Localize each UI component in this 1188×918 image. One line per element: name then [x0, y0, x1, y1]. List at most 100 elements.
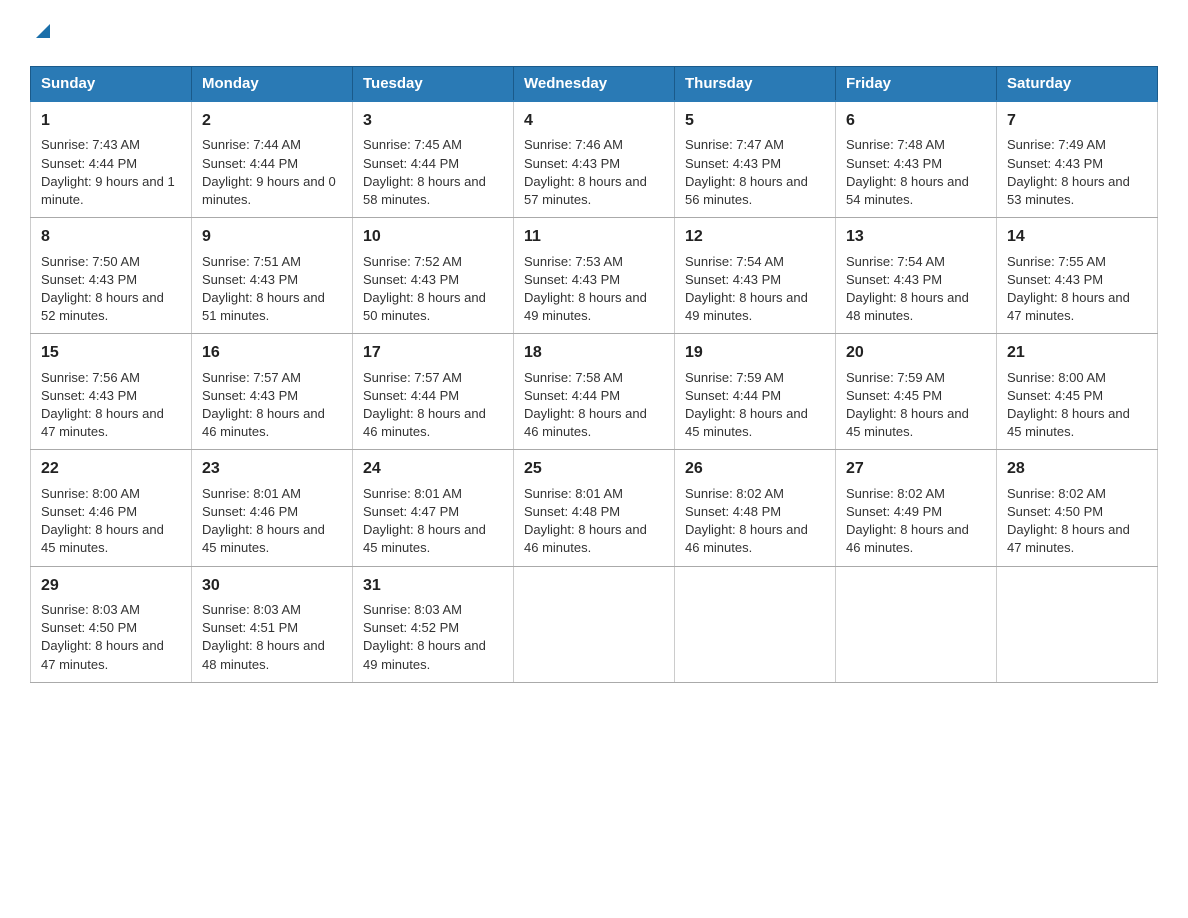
calendar-cell: 13Sunrise: 7:54 AMSunset: 4:43 PMDayligh…	[836, 218, 997, 334]
day-info: Sunrise: 8:03 AMSunset: 4:51 PMDaylight:…	[202, 602, 325, 672]
header-sunday: Sunday	[31, 67, 192, 102]
day-info: Sunrise: 8:01 AMSunset: 4:46 PMDaylight:…	[202, 486, 325, 556]
day-info: Sunrise: 7:47 AMSunset: 4:43 PMDaylight:…	[685, 137, 808, 207]
week-row-4: 22Sunrise: 8:00 AMSunset: 4:46 PMDayligh…	[31, 450, 1158, 566]
calendar-cell: 20Sunrise: 7:59 AMSunset: 4:45 PMDayligh…	[836, 334, 997, 450]
day-number: 30	[202, 575, 342, 597]
day-info: Sunrise: 7:50 AMSunset: 4:43 PMDaylight:…	[41, 254, 164, 324]
day-number: 6	[846, 110, 986, 132]
day-info: Sunrise: 7:44 AMSunset: 4:44 PMDaylight:…	[202, 137, 336, 207]
day-number: 27	[846, 458, 986, 480]
day-number: 8	[41, 226, 181, 248]
calendar-cell: 7 Sunrise: 7:49 AMSunset: 4:43 PMDaylight…	[997, 101, 1158, 218]
calendar-cell: 30 Sunrise: 8:03 AMSunset: 4:51 PMDayligh…	[192, 566, 353, 682]
day-number: 10	[363, 226, 503, 248]
calendar-cell: 17 Sunrise: 7:57 AMSunset: 4:44 PMDayligh…	[353, 334, 514, 450]
day-number: 19	[685, 342, 825, 364]
logo-triangle-icon	[32, 20, 54, 42]
week-row-5: 29 Sunrise: 8:03 AMSunset: 4:50 PMDayligh…	[31, 566, 1158, 682]
day-number: 9	[202, 226, 342, 248]
day-info: Sunrise: 7:43 AMSunset: 4:44 PMDaylight:…	[41, 137, 175, 207]
day-number: 23	[202, 458, 342, 480]
calendar-cell: 27 Sunrise: 8:02 AMSunset: 4:49 PMDayligh…	[836, 450, 997, 566]
day-number: 28	[1007, 458, 1147, 480]
day-info: Sunrise: 8:00 AMSunset: 4:46 PMDaylight:…	[41, 486, 164, 556]
week-row-2: 8 Sunrise: 7:50 AMSunset: 4:43 PMDaylight…	[31, 218, 1158, 334]
day-info: Sunrise: 8:02 AMSunset: 4:48 PMDaylight:…	[685, 486, 808, 556]
calendar-cell: 1 Sunrise: 7:43 AMSunset: 4:44 PMDaylight…	[31, 101, 192, 218]
day-info: Sunrise: 7:56 AMSunset: 4:43 PMDaylight:…	[41, 370, 164, 440]
calendar-cell: 26 Sunrise: 8:02 AMSunset: 4:48 PMDayligh…	[675, 450, 836, 566]
day-number: 24	[363, 458, 503, 480]
day-number: 12	[685, 226, 825, 248]
day-info: Sunrise: 8:03 AMSunset: 4:52 PMDaylight:…	[363, 602, 486, 672]
calendar-cell: 28 Sunrise: 8:02 AMSunset: 4:50 PMDayligh…	[997, 450, 1158, 566]
calendar-cell: 31 Sunrise: 8:03 AMSunset: 4:52 PMDayligh…	[353, 566, 514, 682]
day-info: Sunrise: 7:46 AMSunset: 4:43 PMDaylight:…	[524, 137, 647, 207]
day-info: Sunrise: 8:00 AMSunset: 4:45 PMDaylight:…	[1007, 370, 1130, 440]
calendar-cell: 15 Sunrise: 7:56 AMSunset: 4:43 PMDayligh…	[31, 334, 192, 450]
day-info: Sunrise: 7:55 AMSunset: 4:43 PMDaylight:…	[1007, 254, 1130, 324]
day-number: 4	[524, 110, 664, 132]
day-number: 26	[685, 458, 825, 480]
calendar-cell: 25 Sunrise: 8:01 AMSunset: 4:48 PMDayligh…	[514, 450, 675, 566]
day-number: 25	[524, 458, 664, 480]
day-info: Sunrise: 7:53 AMSunset: 4:43 PMDaylight:…	[524, 254, 647, 324]
calendar-cell: 11 Sunrise: 7:53 AMSunset: 4:43 PMDayligh…	[514, 218, 675, 334]
day-info: Sunrise: 7:59 AMSunset: 4:44 PMDaylight:…	[685, 370, 808, 440]
day-number: 16	[202, 342, 342, 364]
calendar-cell: 21 Sunrise: 8:00 AMSunset: 4:45 PMDayligh…	[997, 334, 1158, 450]
calendar-cell: 18 Sunrise: 7:58 AMSunset: 4:44 PMDayligh…	[514, 334, 675, 450]
day-number: 11	[524, 226, 664, 248]
day-number: 20	[846, 342, 986, 364]
week-row-1: 1 Sunrise: 7:43 AMSunset: 4:44 PMDaylight…	[31, 101, 1158, 218]
day-number: 17	[363, 342, 503, 364]
calendar-cell	[675, 566, 836, 682]
day-info: Sunrise: 7:57 AMSunset: 4:44 PMDaylight:…	[363, 370, 486, 440]
header	[30, 20, 1158, 46]
day-info: Sunrise: 7:49 AMSunset: 4:43 PMDaylight:…	[1007, 137, 1130, 207]
calendar-cell: 8 Sunrise: 7:50 AMSunset: 4:43 PMDaylight…	[31, 218, 192, 334]
day-number: 2	[202, 110, 342, 132]
calendar-cell: 5 Sunrise: 7:47 AMSunset: 4:43 PMDaylight…	[675, 101, 836, 218]
calendar-table: SundayMondayTuesdayWednesdayThursdayFrid…	[30, 66, 1158, 683]
day-info: Sunrise: 7:52 AMSunset: 4:43 PMDaylight:…	[363, 254, 486, 324]
calendar-cell: 16 Sunrise: 7:57 AMSunset: 4:43 PMDayligh…	[192, 334, 353, 450]
day-info: Sunrise: 7:51 AMSunset: 4:43 PMDaylight:…	[202, 254, 325, 324]
day-info: Sunrise: 8:01 AMSunset: 4:48 PMDaylight:…	[524, 486, 647, 556]
day-info: Sunrise: 8:02 AMSunset: 4:49 PMDaylight:…	[846, 486, 969, 556]
day-info: Sunrise: 8:02 AMSunset: 4:50 PMDaylight:…	[1007, 486, 1130, 556]
day-number: 31	[363, 575, 503, 597]
week-row-3: 15 Sunrise: 7:56 AMSunset: 4:43 PMDayligh…	[31, 334, 1158, 450]
header-thursday: Thursday	[675, 67, 836, 102]
day-info: Sunrise: 8:03 AMSunset: 4:50 PMDaylight:…	[41, 602, 164, 672]
calendar-cell: 3Sunrise: 7:45 AMSunset: 4:44 PMDaylight…	[353, 101, 514, 218]
day-info: Sunrise: 7:45 AMSunset: 4:44 PMDaylight:…	[363, 137, 486, 207]
calendar-cell	[997, 566, 1158, 682]
day-info: Sunrise: 7:58 AMSunset: 4:44 PMDaylight:…	[524, 370, 647, 440]
calendar-cell: 29 Sunrise: 8:03 AMSunset: 4:50 PMDayligh…	[31, 566, 192, 682]
day-number: 5	[685, 110, 825, 132]
day-info: Sunrise: 8:01 AMSunset: 4:47 PMDaylight:…	[363, 486, 486, 556]
calendar-cell: 14 Sunrise: 7:55 AMSunset: 4:43 PMDayligh…	[997, 218, 1158, 334]
day-info: Sunrise: 7:54 AMSunset: 4:43 PMDaylight:…	[685, 254, 808, 324]
day-number: 14	[1007, 226, 1147, 248]
day-number: 21	[1007, 342, 1147, 364]
header-wednesday: Wednesday	[514, 67, 675, 102]
calendar-cell: 23 Sunrise: 8:01 AMSunset: 4:46 PMDayligh…	[192, 450, 353, 566]
day-info: Sunrise: 7:48 AMSunset: 4:43 PMDaylight:…	[846, 137, 969, 207]
day-number: 1	[41, 110, 181, 132]
calendar-cell: 4 Sunrise: 7:46 AMSunset: 4:43 PMDaylight…	[514, 101, 675, 218]
calendar-cell: 6 Sunrise: 7:48 AMSunset: 4:43 PMDaylight…	[836, 101, 997, 218]
calendar-cell: 24 Sunrise: 8:01 AMSunset: 4:47 PMDayligh…	[353, 450, 514, 566]
day-number: 15	[41, 342, 181, 364]
calendar-cell: 2 Sunrise: 7:44 AMSunset: 4:44 PMDaylight…	[192, 101, 353, 218]
day-info: Sunrise: 7:54 AMSunset: 4:43 PMDaylight:…	[846, 254, 969, 324]
calendar-cell: 10 Sunrise: 7:52 AMSunset: 4:43 PMDayligh…	[353, 218, 514, 334]
header-friday: Friday	[836, 67, 997, 102]
header-saturday: Saturday	[997, 67, 1158, 102]
day-number: 7	[1007, 110, 1147, 132]
day-number: 18	[524, 342, 664, 364]
day-number: 29	[41, 575, 181, 597]
day-info: Sunrise: 7:57 AMSunset: 4:43 PMDaylight:…	[202, 370, 325, 440]
